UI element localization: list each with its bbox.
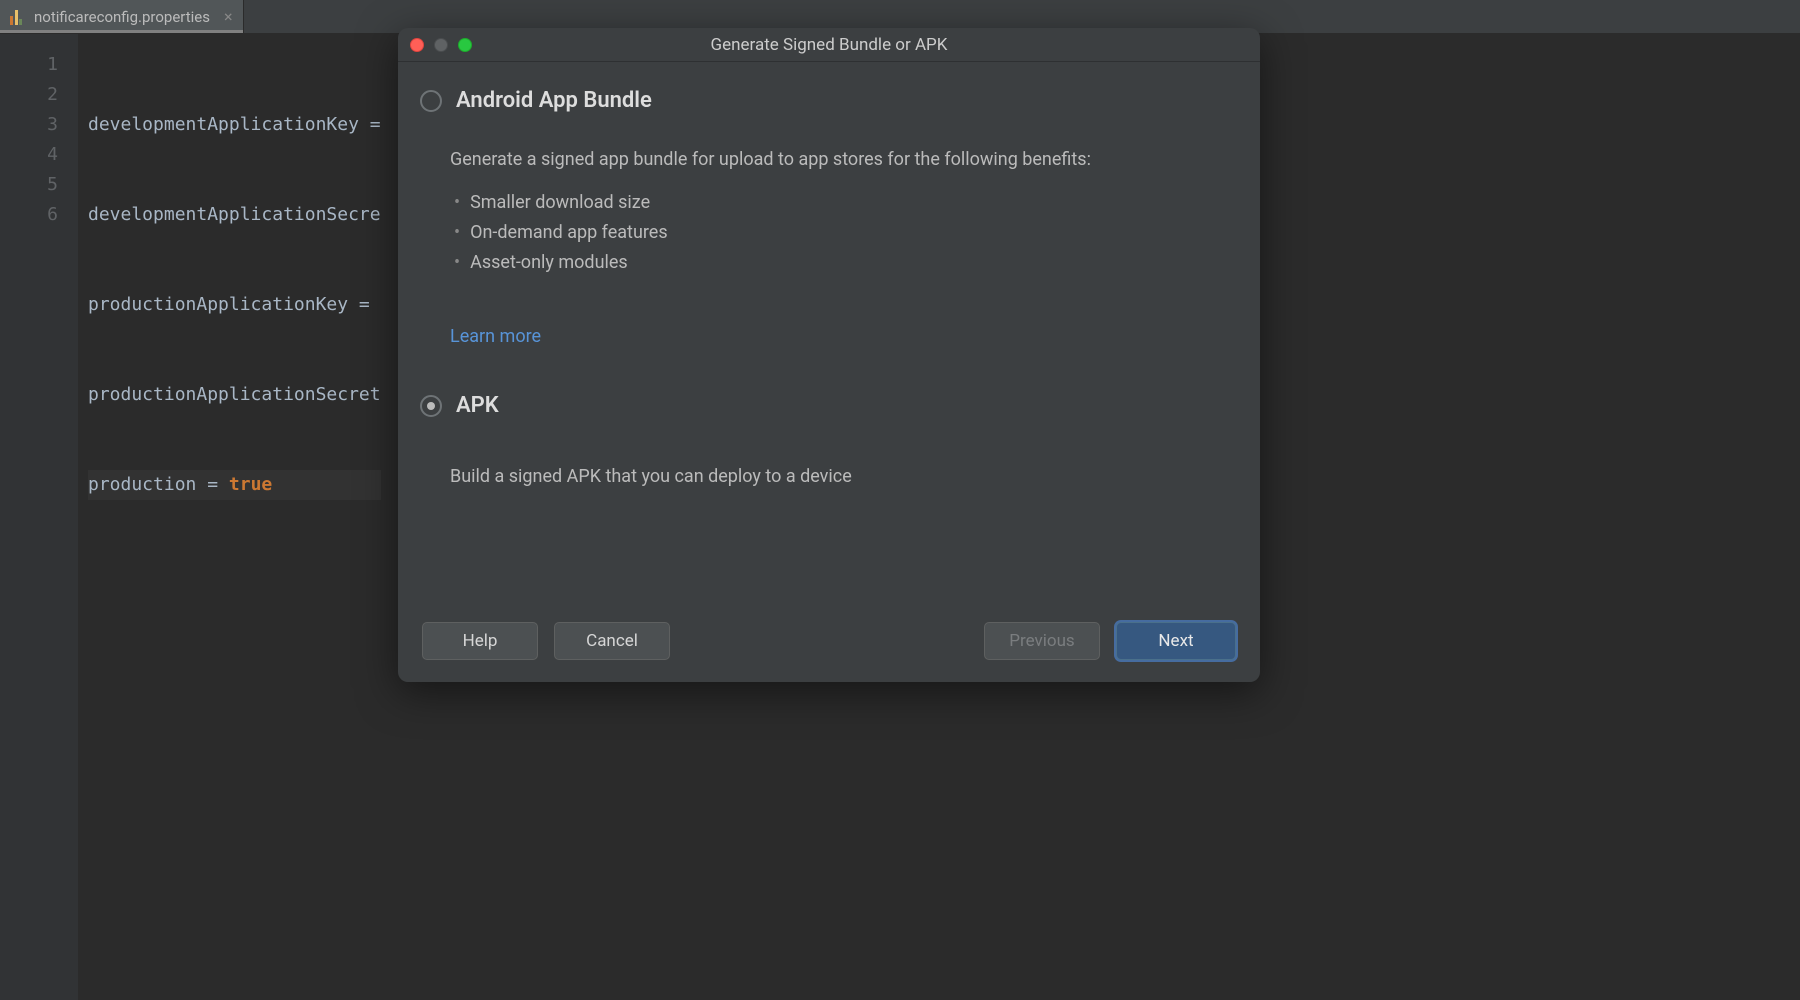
code-line: developmentApplicationSecre xyxy=(88,200,381,230)
close-window-icon[interactable] xyxy=(410,38,424,52)
code-line: production = true xyxy=(88,470,381,500)
dialog-title: Generate Signed Bundle or APK xyxy=(398,35,1260,55)
editor-tab[interactable]: notificareconfig.properties × xyxy=(0,0,244,33)
code-content[interactable]: developmentApplicationKey = developmentA… xyxy=(78,34,381,1000)
help-button[interactable]: Help xyxy=(422,622,538,660)
line-number: 1 xyxy=(0,50,58,80)
tab-filename: notificareconfig.properties xyxy=(34,8,210,26)
apk-description: Build a signed APK that you can deploy t… xyxy=(420,466,1226,487)
list-item: Asset-only modules xyxy=(454,248,1226,278)
learn-more-link[interactable]: Learn more xyxy=(450,326,541,347)
list-item: On-demand app features xyxy=(454,218,1226,248)
line-number-gutter: 1 2 3 4 5 6 xyxy=(0,34,78,1000)
radio-label: APK xyxy=(456,393,499,418)
option-apk[interactable]: APK xyxy=(420,393,1226,418)
previous-button: Previous xyxy=(984,622,1100,660)
line-number: 4 xyxy=(0,140,58,170)
dialog-footer: Help Cancel Previous Next xyxy=(398,604,1260,682)
minimize-window-icon[interactable] xyxy=(434,38,448,52)
dialog-body: Android App Bundle Generate a signed app… xyxy=(398,62,1260,604)
cancel-button[interactable]: Cancel xyxy=(554,622,670,660)
list-item: Smaller download size xyxy=(454,188,1226,218)
properties-file-icon xyxy=(10,9,26,25)
line-number: 2 xyxy=(0,80,58,110)
dialog-titlebar[interactable]: Generate Signed Bundle or APK xyxy=(398,28,1260,62)
close-icon[interactable]: × xyxy=(224,7,233,26)
code-line: productionApplicationKey = xyxy=(88,290,381,320)
next-button[interactable]: Next xyxy=(1116,622,1236,660)
line-number: 5 xyxy=(0,170,58,200)
generate-signed-dialog: Generate Signed Bundle or APK Android Ap… xyxy=(398,28,1260,682)
line-number: 6 xyxy=(0,200,58,230)
code-line: productionApplicationSecret xyxy=(88,380,381,410)
radio-label: Android App Bundle xyxy=(456,88,652,113)
option-android-app-bundle[interactable]: Android App Bundle xyxy=(420,88,1226,113)
bundle-benefits-list: Smaller download size On-demand app feat… xyxy=(450,188,1226,278)
radio-icon[interactable] xyxy=(420,395,442,417)
radio-icon[interactable] xyxy=(420,90,442,112)
bundle-description: Generate a signed app bundle for upload … xyxy=(450,149,1226,170)
code-line: developmentApplicationKey = xyxy=(88,110,381,140)
window-controls xyxy=(398,38,472,52)
bundle-details: Generate a signed app bundle for upload … xyxy=(420,149,1226,347)
zoom-window-icon[interactable] xyxy=(458,38,472,52)
line-number: 3 xyxy=(0,110,58,140)
